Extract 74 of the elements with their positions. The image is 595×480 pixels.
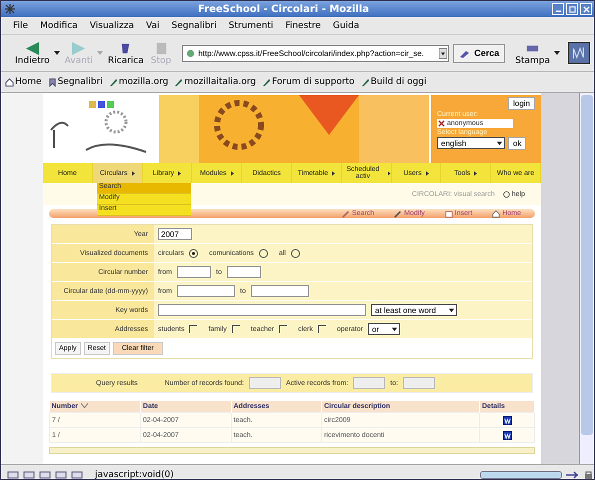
bookmark-link[interactable]: Forum di supporto bbox=[262, 77, 355, 87]
from-field[interactable] bbox=[177, 266, 211, 278]
user-icon bbox=[438, 120, 445, 127]
to-field[interactable] bbox=[226, 266, 261, 278]
operator-select[interactable]: or bbox=[368, 323, 400, 335]
home-icon bbox=[5, 78, 14, 86]
scrollbar[interactable] bbox=[579, 93, 594, 464]
bookmark-link[interactable]: Build di oggi bbox=[360, 77, 427, 87]
active-to-field bbox=[403, 377, 436, 389]
window-title: FreeSchool - Circolari - Mozilla bbox=[196, 4, 370, 14]
pen-icon bbox=[262, 78, 272, 86]
help-icon bbox=[502, 190, 510, 198]
search-icon bbox=[459, 48, 472, 58]
caret-icon bbox=[496, 140, 503, 146]
pen-icon bbox=[174, 78, 184, 86]
checkbox[interactable] bbox=[279, 325, 288, 333]
toolbar-button[interactable]: Ricarica bbox=[106, 40, 146, 66]
close-icon bbox=[582, 6, 590, 12]
pen-icon bbox=[342, 210, 350, 218]
status-text: javascript:void(0) bbox=[95, 470, 175, 479]
app-icon bbox=[5, 4, 15, 14]
login-button[interactable]: login bbox=[508, 97, 535, 110]
bookmark-icon bbox=[48, 78, 57, 86]
maximize-icon bbox=[568, 6, 576, 12]
document-icon[interactable] bbox=[502, 416, 512, 424]
document-icon[interactable] bbox=[502, 430, 512, 440]
records-found-field bbox=[249, 377, 281, 389]
minimize-button[interactable] bbox=[552, 3, 564, 15]
menu-item[interactable]: Segnalibri bbox=[172, 20, 217, 30]
radio-button[interactable] bbox=[290, 248, 300, 258]
radio-button[interactable] bbox=[189, 248, 198, 258]
bookmark-link[interactable]: Segnalibri bbox=[48, 77, 103, 87]
to-field[interactable] bbox=[250, 285, 309, 297]
bookmark-link[interactable]: mozillaitalia.org bbox=[174, 77, 256, 87]
forward-arrow-icon bbox=[71, 40, 86, 56]
security-lock-icon bbox=[582, 470, 594, 479]
year-field[interactable]: 2007 bbox=[158, 228, 192, 240]
menu-item[interactable]: Guida bbox=[332, 20, 360, 30]
menu-item[interactable]: Vai bbox=[146, 20, 160, 30]
bookmark-link[interactable]: Home bbox=[5, 77, 42, 87]
menu-item[interactable]: File bbox=[13, 20, 28, 30]
bookmark-link[interactable]: mozilla.org bbox=[108, 77, 168, 87]
checkbox[interactable] bbox=[318, 325, 326, 333]
address-field[interactable]: http://www.cpss.it/FreeSchool/circolari/index.php?action=cir_se. bbox=[182, 44, 450, 62]
menu-item[interactable]: Modifica bbox=[40, 20, 78, 30]
dropdown-arrow-icon[interactable] bbox=[54, 51, 60, 55]
pencil-icon bbox=[394, 210, 402, 218]
checkbox[interactable] bbox=[189, 325, 198, 333]
caret-icon bbox=[390, 326, 398, 332]
search-button[interactable]: Cerca bbox=[453, 44, 506, 62]
keywords-field[interactable] bbox=[158, 304, 366, 316]
print-button[interactable]: Stampa bbox=[513, 40, 552, 66]
dropdown-arrow-icon[interactable] bbox=[554, 51, 560, 55]
back-arrow-icon bbox=[24, 40, 40, 56]
toolbar-button[interactable]: Indietro bbox=[13, 40, 52, 66]
caret-icon bbox=[448, 306, 455, 314]
throbber-icon bbox=[568, 42, 590, 64]
from-field[interactable] bbox=[177, 285, 235, 297]
dropdown-arrow-icon[interactable] bbox=[439, 48, 448, 58]
menu-item[interactable]: Visualizza bbox=[90, 20, 134, 30]
maximize-button[interactable] bbox=[566, 3, 578, 15]
menu-item[interactable]: Finestre bbox=[285, 20, 321, 30]
match-select[interactable]: at least one word bbox=[371, 304, 457, 316]
active-from-field bbox=[353, 377, 386, 389]
pen-icon bbox=[360, 78, 370, 86]
radio-button[interactable] bbox=[258, 248, 268, 258]
connection-icon bbox=[566, 470, 578, 479]
menu-item[interactable]: Strumenti bbox=[228, 20, 274, 30]
home-icon bbox=[492, 210, 500, 218]
close-button[interactable] bbox=[580, 3, 592, 15]
pen-icon bbox=[108, 78, 118, 86]
ok-button[interactable]: ok bbox=[508, 137, 526, 150]
language-select[interactable]: english bbox=[437, 137, 505, 149]
checkbox[interactable] bbox=[232, 325, 240, 333]
